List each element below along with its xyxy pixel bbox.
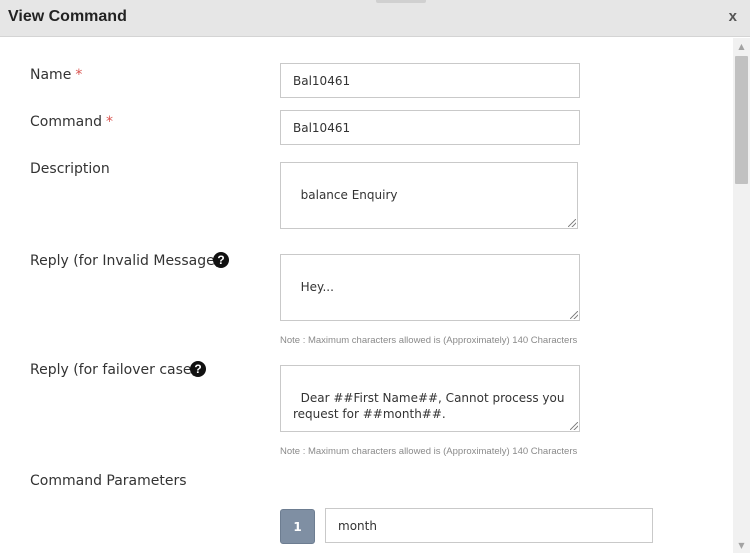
scroll-up-arrow-icon[interactable]: ▲ — [733, 38, 750, 54]
description-text: balance Enquiry — [300, 188, 398, 202]
description-label: Description — [30, 161, 110, 177]
parameter-field[interactable]: month — [325, 508, 653, 543]
command-field[interactable]: Bal10461 — [280, 110, 580, 145]
vertical-scrollbar[interactable]: ▲ ▼ — [733, 38, 750, 553]
drag-handle[interactable] — [376, 0, 426, 3]
reply-failover-text: Dear ##First Name##, Cannot process you … — [293, 391, 569, 421]
help-icon[interactable]: ? — [190, 361, 206, 377]
reply-failover-label: Reply (for failover case) — [30, 362, 197, 378]
dialog-title: View Command — [8, 8, 127, 25]
command-label: Command * — [30, 114, 113, 130]
name-label-text: Name — [30, 67, 72, 83]
reply-invalid-note: Note : Maximum characters allowed is (Ap… — [280, 335, 578, 346]
scroll-down-arrow-icon[interactable]: ▼ — [733, 537, 750, 553]
reply-invalid-textarea[interactable]: Hey... — [280, 254, 580, 321]
help-icon[interactable]: ? — [213, 252, 229, 268]
resize-grip-icon[interactable] — [570, 311, 578, 319]
close-button[interactable]: x — [729, 8, 737, 25]
command-parameters-label: Command Parameters — [30, 473, 187, 489]
dialog-titlebar: View Command x — [0, 0, 750, 37]
required-marker: * — [75, 67, 83, 83]
description-textarea[interactable]: balance Enquiry — [280, 162, 578, 229]
resize-grip-icon[interactable] — [570, 422, 578, 430]
required-marker: * — [105, 114, 113, 130]
command-label-text: Command — [30, 114, 102, 130]
scroll-thumb[interactable] — [735, 56, 748, 184]
name-label: Name * — [30, 67, 82, 83]
name-field[interactable]: Bal10461 — [280, 63, 580, 98]
reply-invalid-text: Hey... — [300, 280, 334, 294]
parameter-index-badge: 1 — [280, 509, 315, 544]
resize-grip-icon[interactable] — [568, 219, 576, 227]
reply-failover-note: Note : Maximum characters allowed is (Ap… — [280, 446, 578, 457]
reply-invalid-label: Reply (for Invalid Message) — [30, 253, 221, 269]
reply-failover-textarea[interactable]: Dear ##First Name##, Cannot process you … — [280, 365, 580, 432]
